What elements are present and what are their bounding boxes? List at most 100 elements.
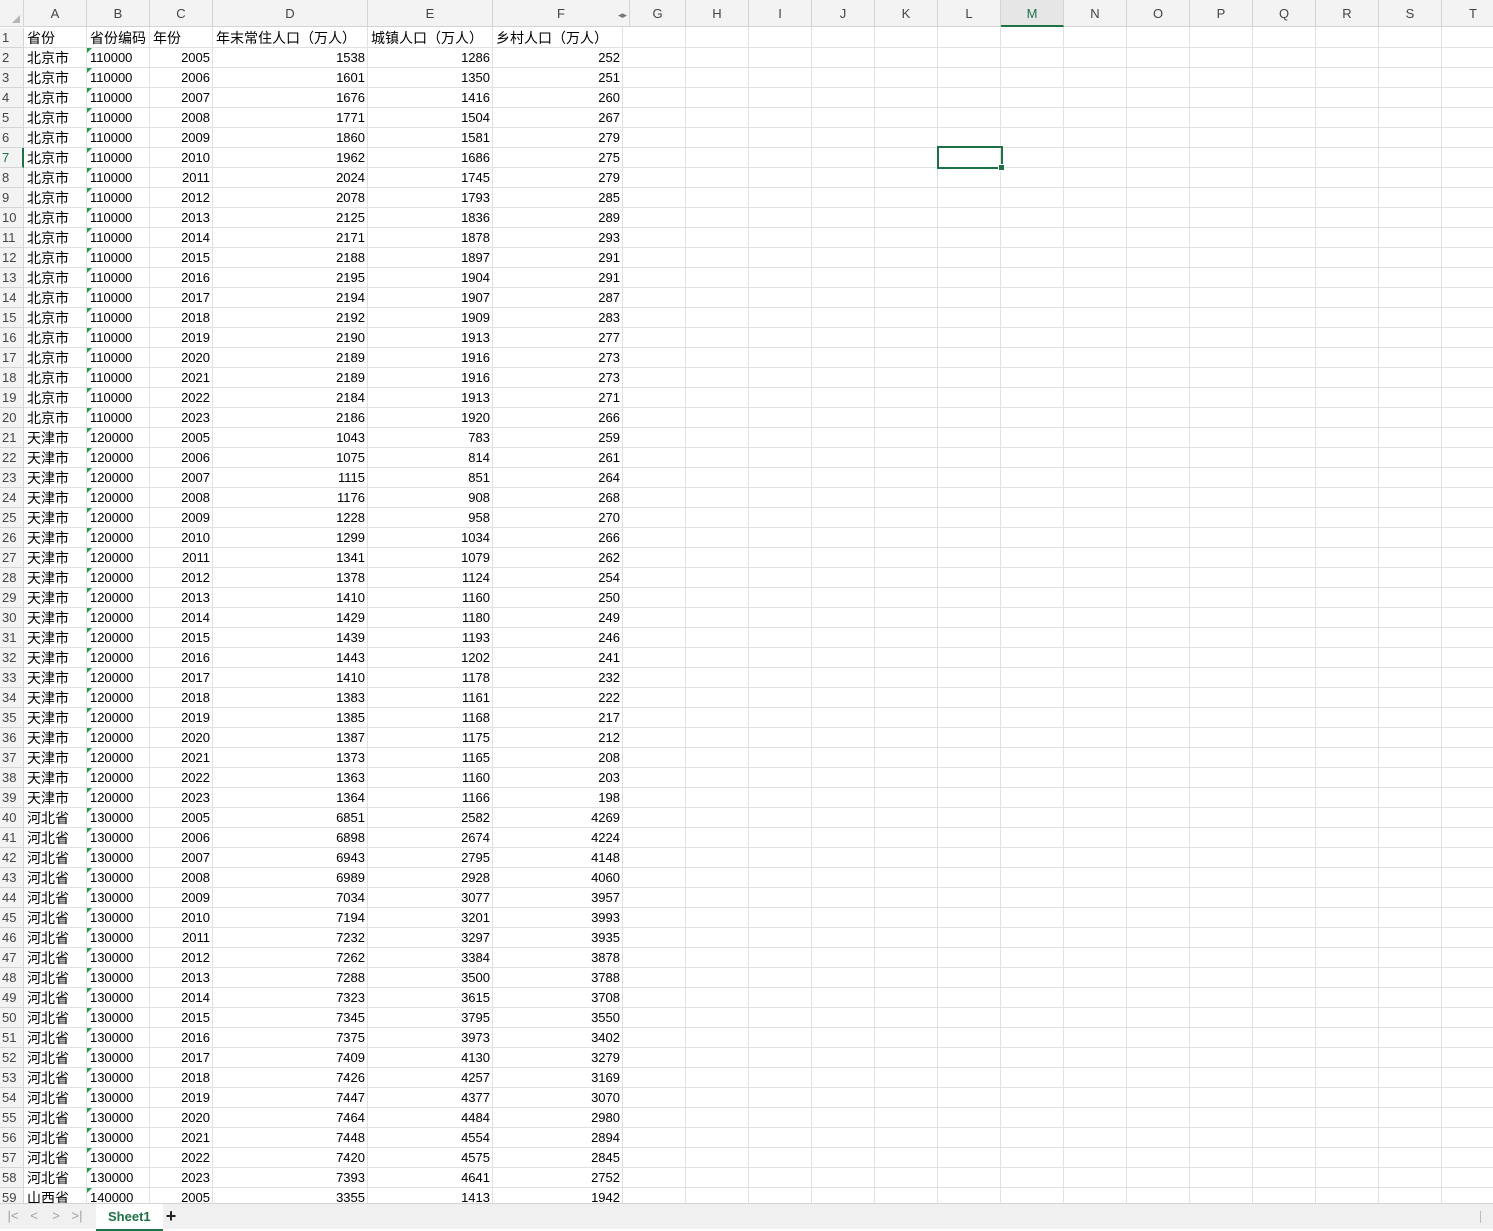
column-header-M[interactable]: M (1001, 0, 1064, 27)
cell-value[interactable]: 130000 (87, 1088, 149, 1108)
cell-text[interactable]: 天津市 (24, 588, 86, 608)
cell-value[interactable]: 7426 (213, 1068, 367, 1088)
cell-value[interactable]: 2005 (150, 808, 212, 828)
cell-value[interactable]: 4224 (493, 828, 622, 848)
cell-value[interactable]: 3402 (493, 1028, 622, 1048)
cell-text[interactable]: 天津市 (24, 428, 86, 448)
row-header-3[interactable]: 3 (0, 68, 24, 88)
cell-value[interactable]: 4575 (368, 1148, 492, 1168)
cell-text[interactable]: 山西省 (24, 1188, 86, 1203)
cell-value[interactable]: 7409 (213, 1048, 367, 1068)
cell-value[interactable]: 1202 (368, 648, 492, 668)
cell-value[interactable]: 120000 (87, 648, 149, 668)
cell-value[interactable]: 2005 (150, 428, 212, 448)
cell-value[interactable]: 1413 (368, 1188, 492, 1203)
row-header-38[interactable]: 38 (0, 768, 24, 788)
cell-text[interactable]: 北京市 (24, 288, 86, 308)
cell-text[interactable]: 河北省 (24, 1028, 86, 1048)
cell-value[interactable]: 2019 (150, 328, 212, 348)
cell-value[interactable]: 217 (493, 708, 622, 728)
cell-value[interactable]: 120000 (87, 688, 149, 708)
row-header-25[interactable]: 25 (0, 508, 24, 528)
cell-value[interactable]: 130000 (87, 968, 149, 988)
row-header-45[interactable]: 45 (0, 908, 24, 928)
cell-value[interactable]: 110000 (87, 388, 149, 408)
cell-value[interactable]: 7447 (213, 1088, 367, 1108)
cell-value[interactable]: 2010 (150, 148, 212, 168)
select-all-corner[interactable] (0, 0, 24, 27)
cell-value[interactable]: 120000 (87, 488, 149, 508)
cell-text[interactable]: 北京市 (24, 148, 86, 168)
cell-value[interactable]: 2012 (150, 568, 212, 588)
cell-value[interactable]: 4641 (368, 1168, 492, 1188)
cell-value[interactable]: 3201 (368, 908, 492, 928)
row-header-10[interactable]: 10 (0, 208, 24, 228)
row-header-29[interactable]: 29 (0, 588, 24, 608)
row-header-37[interactable]: 37 (0, 748, 24, 768)
cell-value[interactable]: 277 (493, 328, 622, 348)
row-header-17[interactable]: 17 (0, 348, 24, 368)
row-header-21[interactable]: 21 (0, 428, 24, 448)
cell-value[interactable]: 2171 (213, 228, 367, 248)
column-header-G[interactable]: G (630, 0, 686, 27)
cell-value[interactable]: 140000 (87, 1188, 149, 1203)
cell-value[interactable]: 1686 (368, 148, 492, 168)
cell-value[interactable]: 2008 (150, 488, 212, 508)
spreadsheet-grid[interactable]: ABCDEFGHIJKLMNOPQRSTU ◂▸ 123456789101112… (0, 0, 1493, 1203)
cell-text[interactable]: 北京市 (24, 188, 86, 208)
cell-text[interactable]: 河北省 (24, 1008, 86, 1028)
cell-text[interactable]: 天津市 (24, 788, 86, 808)
cell-value[interactable]: 3973 (368, 1028, 492, 1048)
cell-value[interactable]: 1676 (213, 88, 367, 108)
cell-value[interactable]: 7345 (213, 1008, 367, 1028)
cell-value[interactable]: 260 (493, 88, 622, 108)
cell-value[interactable]: 4257 (368, 1068, 492, 1088)
cell-value[interactable]: 2006 (150, 828, 212, 848)
cell-value[interactable]: 1897 (368, 248, 492, 268)
cell-value[interactable]: 3070 (493, 1088, 622, 1108)
cell-value[interactable]: 273 (493, 368, 622, 388)
cell-text[interactable]: 北京市 (24, 48, 86, 68)
cell-value[interactable]: 110000 (87, 328, 149, 348)
cell-text[interactable]: 北京市 (24, 328, 86, 348)
cell-value[interactable]: 2015 (150, 628, 212, 648)
cell-value[interactable]: 1075 (213, 448, 367, 468)
cell-value[interactable]: 1793 (368, 188, 492, 208)
cell-value[interactable]: 1124 (368, 568, 492, 588)
cell-value[interactable]: 1909 (368, 308, 492, 328)
cell-text[interactable]: 河北省 (24, 1148, 86, 1168)
row-header-16[interactable]: 16 (0, 328, 24, 348)
cell-value[interactable]: 1836 (368, 208, 492, 228)
cell-text[interactable]: 北京市 (24, 88, 86, 108)
cell-value[interactable]: 2005 (150, 1188, 212, 1203)
cell-text[interactable]: 天津市 (24, 608, 86, 628)
cell-value[interactable]: 6989 (213, 868, 367, 888)
cell-value[interactable]: 120000 (87, 588, 149, 608)
cell-value[interactable]: 1410 (213, 588, 367, 608)
cell-value[interactable]: 2011 (150, 168, 212, 188)
cell-value[interactable]: 1860 (213, 128, 367, 148)
cell-value[interactable]: 7464 (213, 1108, 367, 1128)
cell-value[interactable]: 2928 (368, 868, 492, 888)
cell-value[interactable]: 1916 (368, 368, 492, 388)
cell-value[interactable]: 1907 (368, 288, 492, 308)
cell-text[interactable]: 年末常住人口（万人） (213, 28, 367, 48)
cell-value[interactable]: 120000 (87, 528, 149, 548)
cell-value[interactable]: 3993 (493, 908, 622, 928)
cell-text[interactable]: 北京市 (24, 108, 86, 128)
row-header-35[interactable]: 35 (0, 708, 24, 728)
cell-value[interactable]: 3297 (368, 928, 492, 948)
cell-value[interactable]: 2012 (150, 948, 212, 968)
cell-value[interactable]: 2015 (150, 248, 212, 268)
row-header-24[interactable]: 24 (0, 488, 24, 508)
cell-value[interactable]: 2008 (150, 108, 212, 128)
row-header-52[interactable]: 52 (0, 1048, 24, 1068)
cell-value[interactable]: 110000 (87, 248, 149, 268)
cell-value[interactable]: 130000 (87, 908, 149, 928)
add-sheet-button[interactable]: + (162, 1206, 180, 1226)
cell-value[interactable]: 198 (493, 788, 622, 808)
cell-value[interactable]: 130000 (87, 1068, 149, 1088)
cell-value[interactable]: 7420 (213, 1148, 367, 1168)
first-sheet-icon[interactable]: |< (5, 1208, 21, 1224)
cell-text[interactable]: 河北省 (24, 1108, 86, 1128)
